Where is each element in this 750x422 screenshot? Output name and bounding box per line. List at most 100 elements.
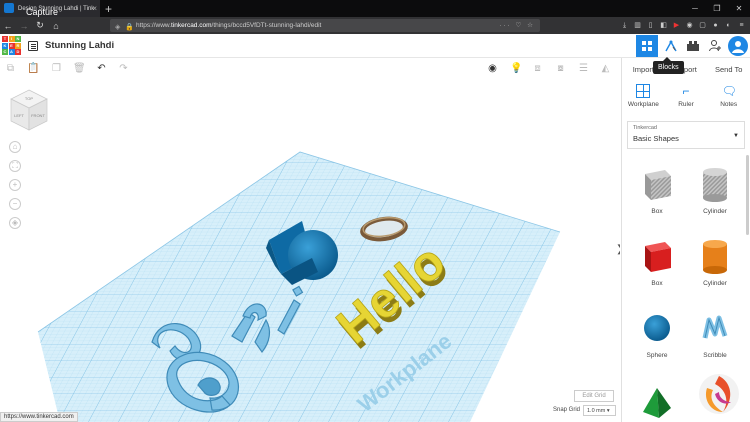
youtube-ext-icon[interactable]: ▶ [672,21,681,30]
shape-library-select[interactable]: Tinkercad Basic Shapes ▼ [627,121,745,149]
snap-grid-select[interactable]: 1.0 mm ▾ [583,405,616,416]
url-bar[interactable]: ◈ 🔒 https://www.tinkercad.com/things/bcc… [110,19,540,32]
chevron-down-icon: ▼ [733,133,739,139]
ruler-tool[interactable]: ⌐ Ruler [665,84,708,116]
editing-toolbar: ⧉ 📋 ❐ 🗑 ↶ ↷ ◉ 💡 ⧈ ⧇ ☰ ◭ [0,58,620,80]
panel-actions: Import Export Send To [622,58,750,80]
reader-icon[interactable]: ◧ [659,21,668,30]
redo-icon[interactable]: ↷ [118,63,129,74]
home-view-icon[interactable]: ⌂ [9,141,21,153]
capture-label: Capture [26,7,59,17]
logo-letter: K [2,42,8,49]
sidebar-icon[interactable]: ▯ [646,21,655,30]
add-user-button[interactable] [704,35,726,57]
shape-box-gray[interactable]: Box [628,164,686,215]
forward-icon[interactable]: → [16,21,32,31]
panel-scrollbar[interactable] [746,155,749,235]
page-actions-icon[interactable]: ··· ♡ ☆ [499,19,535,32]
tinkercad-logo[interactable]: TIN KER CAD [2,36,21,56]
zoom-out-icon[interactable]: − [9,198,21,210]
copy-icon[interactable]: ⧉ [5,63,16,74]
close-window-icon[interactable]: ✕ [728,0,750,17]
shape-label: Cylinder [703,280,727,287]
mirror-icon[interactable]: ◭ [600,63,611,74]
library-name: Basic Shapes [633,134,679,143]
duplicate-icon[interactable]: ❐ [51,63,62,74]
maximize-icon[interactable]: ❐ [706,0,728,17]
ungroup-icon[interactable]: ⧇ [555,63,566,74]
workplane-scene: Workplane Hello Hello [37,151,561,422]
blocks-view-button[interactable] [660,35,682,57]
notes-tool[interactable]: 🗨 Notes [707,84,750,116]
3d-design-view-button[interactable] [636,35,658,57]
group-icon[interactable]: ⧈ [532,63,543,74]
collapse-panel-icon[interactable]: ❯ [616,244,620,255]
bricks-view-button[interactable] [682,35,704,57]
shape-cylinder-orange[interactable]: Cylinder [686,236,744,287]
url-host: tinkercad.com [171,22,212,29]
shape-box-red[interactable]: Box [628,236,686,287]
panel-tools: Workplane ⌐ Ruler 🗨 Notes [622,84,750,116]
ortho-view-icon[interactable]: ◈ [9,217,21,229]
workplane-canvas[interactable]: Workplane Hello Hello TOP LEFT FRONT ⌂ ⛶… [0,80,620,422]
viewcube-top-label: TOP [25,96,33,101]
zoom-in-icon[interactable]: + [9,179,21,191]
minimize-icon[interactable]: ─ [684,0,706,17]
status-bar-url: https://www.tinkercad.com [0,412,78,422]
account-icon[interactable]: ● [711,21,720,30]
browser-nav-bar: ← → ↻ ⌂ ◈ 🔒 https://www.tinkercad.com/th… [0,17,750,34]
view-cube[interactable]: TOP LEFT FRONT [9,88,49,132]
notes-toggle-icon[interactable]: ◉ [487,63,498,74]
shape-label: Scribble [703,352,727,359]
logo-letter: T [2,36,8,42]
align-icon[interactable]: ☰ [578,63,589,74]
shape-label: Box [651,208,663,215]
sphere-blue-icon [644,315,670,341]
cylinder-striped-icon [703,168,727,202]
new-tab-icon[interactable]: + [105,2,112,16]
snap-grid-value: 1.0 mm [587,408,606,414]
logo-letter: D [15,49,21,55]
shape-sphere[interactable]: Sphere [628,308,686,359]
viewcube-front-label: FRONT [31,113,45,118]
shape-scribble[interactable]: Scribble [686,308,744,359]
shape-pyramid[interactable] [628,380,686,422]
send-to-button[interactable]: Send To [707,65,750,74]
paste-icon[interactable]: 📋 [27,63,39,74]
design-title[interactable]: Stunning Lahdi [45,40,114,51]
edit-grid-button[interactable]: Edit Grid [574,390,614,402]
shape-cylinder-gray[interactable]: Cylinder [686,164,744,215]
logo-letter: I [8,36,15,42]
avatar[interactable] [728,36,748,56]
box-striped-icon [645,170,671,200]
shapes-panel: Import Export Send To Workplane ⌐ Ruler … [621,58,750,422]
reload-icon[interactable]: ↻ [32,20,48,31]
home-icon[interactable]: ⌂ [48,21,64,31]
delete-icon[interactable]: 🗑 [73,63,86,74]
logo-letter: E [8,42,15,49]
snap-grid-label: Snap Grid [553,407,581,413]
back-icon[interactable]: ← [0,21,16,31]
screenshot-icon[interactable]: ▢ [698,21,707,30]
shape-label: Sphere [646,352,668,359]
browser-tab-bar: Design Stunning Lahdi | Tink × + ─ ❐ ✕ [0,0,750,17]
menu-icon[interactable]: ≡ [737,21,746,30]
scribble-icon [702,315,728,339]
light-bulb-icon[interactable]: 💡 [510,63,522,74]
shield-icon[interactable]: ◈ [115,21,120,34]
fit-view-icon[interactable]: ⛶ [9,160,21,172]
library-icon[interactable]: ▥ [633,21,642,30]
tab-close-icon[interactable]: × [92,4,97,13]
undo-icon[interactable]: ↶ [96,63,107,74]
tinkercad-favicon-icon [4,3,14,13]
grid-view-icon [642,41,652,51]
shape-label: Box [651,280,663,287]
view-controls: ⌂ ⛶ + − ◈ [9,141,21,236]
url-prefix: https://www. [136,22,172,29]
download-icon[interactable]: ⤓ [620,21,629,30]
design-list-icon[interactable] [28,41,38,51]
lock-icon[interactable]: 🔒 [125,21,134,34]
extension-icon[interactable]: ◉ [685,21,694,30]
pocket-icon[interactable]: ◐ [724,21,733,30]
workplane-tool[interactable]: Workplane [622,84,665,116]
